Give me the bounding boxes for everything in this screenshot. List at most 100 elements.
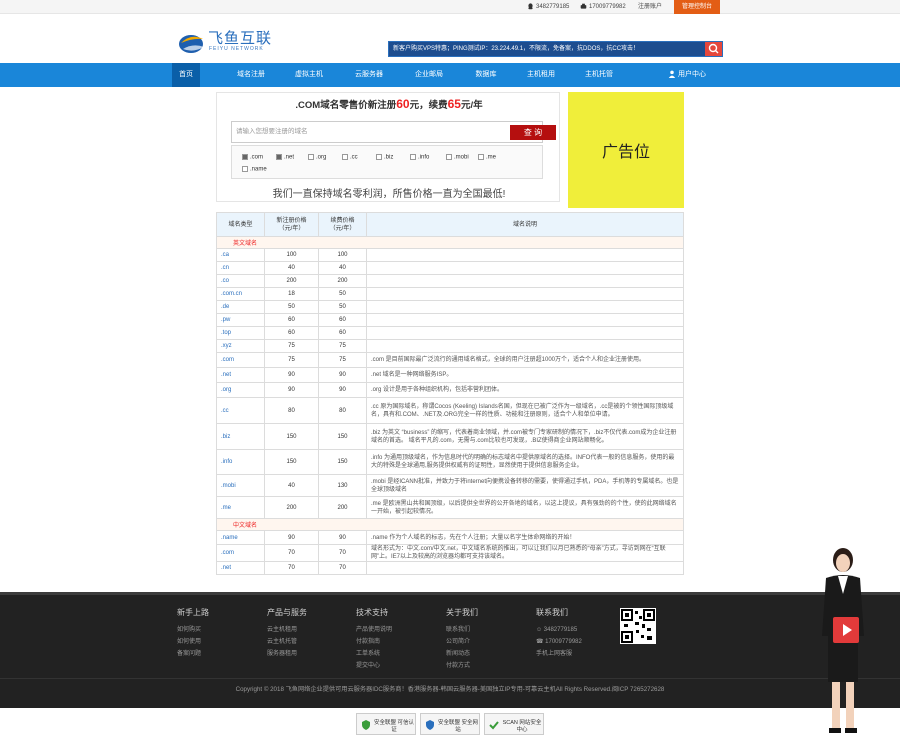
badge-scan[interactable]: SCAN 网站安全中心 [484, 713, 544, 735]
footer-link[interactable]: 产品使用说明 [356, 624, 392, 636]
domain-suffix[interactable]: .ca [216, 248, 265, 262]
category-row-cn: 中文域名 [216, 518, 684, 531]
footer-link[interactable]: 付款指南 [356, 636, 392, 648]
footer-link[interactable]: 云主机租用 [267, 624, 307, 636]
badge-safe-site[interactable]: 安全联盟 安全网站 [420, 713, 480, 735]
footer-top-bar [0, 592, 900, 595]
badge-trusted[interactable]: 安全联盟 可信认证 [356, 713, 416, 735]
footer-link[interactable]: 云主机托管 [267, 636, 307, 648]
nav-email[interactable]: 企业邮局 [406, 63, 452, 87]
checkbox-icon [478, 154, 484, 160]
footer-phone[interactable]: ☎ 17009779982 [536, 636, 582, 648]
domain-description [366, 287, 684, 301]
footer-link[interactable]: 工单系统 [356, 648, 392, 660]
suffix-name[interactable]: .name [242, 166, 267, 173]
nav-home[interactable]: 首页 [172, 63, 200, 87]
table-body: 英文域名 .ca 100 100 .cn 40 40 .co 200 200 .com.cn 18 50… [216, 236, 684, 575]
nav-domain[interactable]: 域名注册 [228, 63, 274, 87]
phone-icon: ☎ [536, 639, 546, 645]
qr-code [620, 608, 656, 644]
footer-link[interactable]: 如何购买 [177, 624, 209, 636]
domain-suffix[interactable]: .cn [216, 261, 265, 275]
logo-fish-icon [179, 35, 204, 53]
footer-link[interactable]: 付款方式 [446, 660, 478, 672]
nav-hosting[interactable]: 主机托管 [576, 63, 622, 87]
logo[interactable]: 飞鱼互联 FEIYU NETWORK [178, 27, 288, 59]
suffix-net[interactable]: .net [276, 154, 294, 161]
domain-suffix[interactable]: .com [216, 544, 265, 562]
domain-description: .me 是欧洲黑山共和国顶级，以后提供全世界的公开各地的域名，以这上提议，具有强… [366, 496, 684, 519]
qq-contact[interactable]: 3482779185 [527, 0, 569, 14]
reg-price: 40 [264, 261, 319, 275]
domain-suffix[interactable]: .name [216, 530, 265, 545]
user-icon [668, 70, 676, 79]
promo-title: .COM域名零售价新注册60元，续费65元/年 [295, 97, 483, 111]
checkbox-icon [410, 154, 416, 160]
footer-link[interactable]: 新闻动态 [446, 648, 478, 660]
table-row: .net 70 70 [216, 561, 684, 575]
qq-number: 3482779185 [536, 4, 570, 10]
suffix-mobi[interactable]: .mobi [446, 154, 469, 161]
footer-link[interactable]: 手机上网客服 [536, 648, 582, 660]
domain-suffix[interactable]: .biz [216, 423, 265, 450]
suffix-me[interactable]: .me [478, 154, 496, 161]
domain-suffix[interactable]: .net [216, 561, 265, 575]
reg-price: 100 [264, 248, 319, 262]
category-label: 中文域名 [216, 518, 684, 531]
suffix-com[interactable]: .com [242, 154, 263, 161]
footer-col-newbie: 新手上路 如何购买 如何使用 备案问题 [177, 607, 209, 660]
qq-icon [528, 3, 533, 10]
user-center-link[interactable]: 用户中心 [668, 63, 720, 87]
domain-suffix[interactable]: .top [216, 326, 265, 340]
domain-suffix[interactable]: .com [216, 352, 265, 368]
domain-suffix[interactable]: .info [216, 449, 265, 475]
ad-banner[interactable]: 广告位 [568, 92, 684, 208]
domain-description: .name 作为个人域名的标志，先在个人注册；大量以名字生体命网络的开始！ [366, 530, 684, 545]
domain-suffix[interactable]: .net [216, 367, 265, 383]
suffix-org[interactable]: .org [308, 154, 326, 161]
domain-suffix[interactable]: .xyz [216, 339, 265, 353]
domain-suffix[interactable]: .com.cn [216, 287, 265, 301]
register-link[interactable]: 注册账户 [638, 0, 662, 14]
domain-suffix[interactable]: .cc [216, 397, 265, 424]
query-button[interactable]: 查 询 [510, 125, 556, 140]
domain-suffix[interactable]: .mobi [216, 474, 265, 497]
nav-database[interactable]: 数据库 [466, 63, 506, 87]
footer-link[interactable]: 如何使用 [177, 636, 209, 648]
category-label: 英文域名 [216, 236, 684, 249]
col-header-desc: 域名说明 [366, 212, 684, 237]
nav-cloud-server[interactable]: 云服务器 [346, 63, 392, 87]
search-button[interactable] [705, 42, 722, 56]
logo-subtitle: FEIYU NETWORK [209, 46, 264, 52]
search-input[interactable]: 新客户购买VPS特惠；PING测试IP：23.224.49.1，不限流，免备案，… [389, 42, 705, 56]
phone-contact[interactable]: 17009779982 [580, 0, 626, 14]
category-row-en: 英文域名 [216, 236, 684, 249]
footer-qq[interactable]: ☺ 3482779185 [536, 624, 582, 636]
nav-virtual-host[interactable]: 虚拟主机 [286, 63, 332, 87]
domain-description [366, 326, 684, 340]
footer-col-title: 关于我们 [446, 608, 478, 617]
footer-link[interactable]: 提交中心 [356, 660, 392, 672]
table-row: .cc 80 80 .cc 原为国际域名，称谓Cocos (Keeling) Isla… [216, 397, 684, 424]
footer-link[interactable]: 联系我们 [446, 624, 478, 636]
nav-host-rental[interactable]: 主机租用 [518, 63, 564, 87]
footer-link[interactable]: 备案问题 [177, 648, 209, 660]
suffix-biz[interactable]: .biz [376, 154, 393, 161]
console-button[interactable]: 管理控制台 [674, 0, 720, 14]
footer-link[interactable]: 公司简介 [446, 636, 478, 648]
play-button[interactable] [833, 617, 859, 643]
domain-input[interactable]: 请输入您想要注册的域名 [236, 125, 486, 139]
suffix-info[interactable]: .info [410, 154, 429, 161]
suffix-cc[interactable]: .cc [342, 154, 358, 161]
domain-suffix[interactable]: .me [216, 496, 265, 519]
shield-icon [362, 720, 370, 730]
phone-number: 17009779982 [589, 4, 626, 10]
footer-link[interactable]: 服务器租用 [267, 648, 307, 660]
footer-col-products: 产品与服务 云主机租用 云主机托管 服务器租用 [267, 607, 307, 660]
table-row: .xyz 75 75 [216, 339, 684, 353]
table-row: .ca 100 100 [216, 248, 684, 262]
domain-suffix[interactable]: .de [216, 300, 265, 314]
domain-suffix[interactable]: .co [216, 274, 265, 288]
domain-suffix[interactable]: .pw [216, 313, 265, 327]
domain-suffix[interactable]: .org [216, 382, 265, 398]
